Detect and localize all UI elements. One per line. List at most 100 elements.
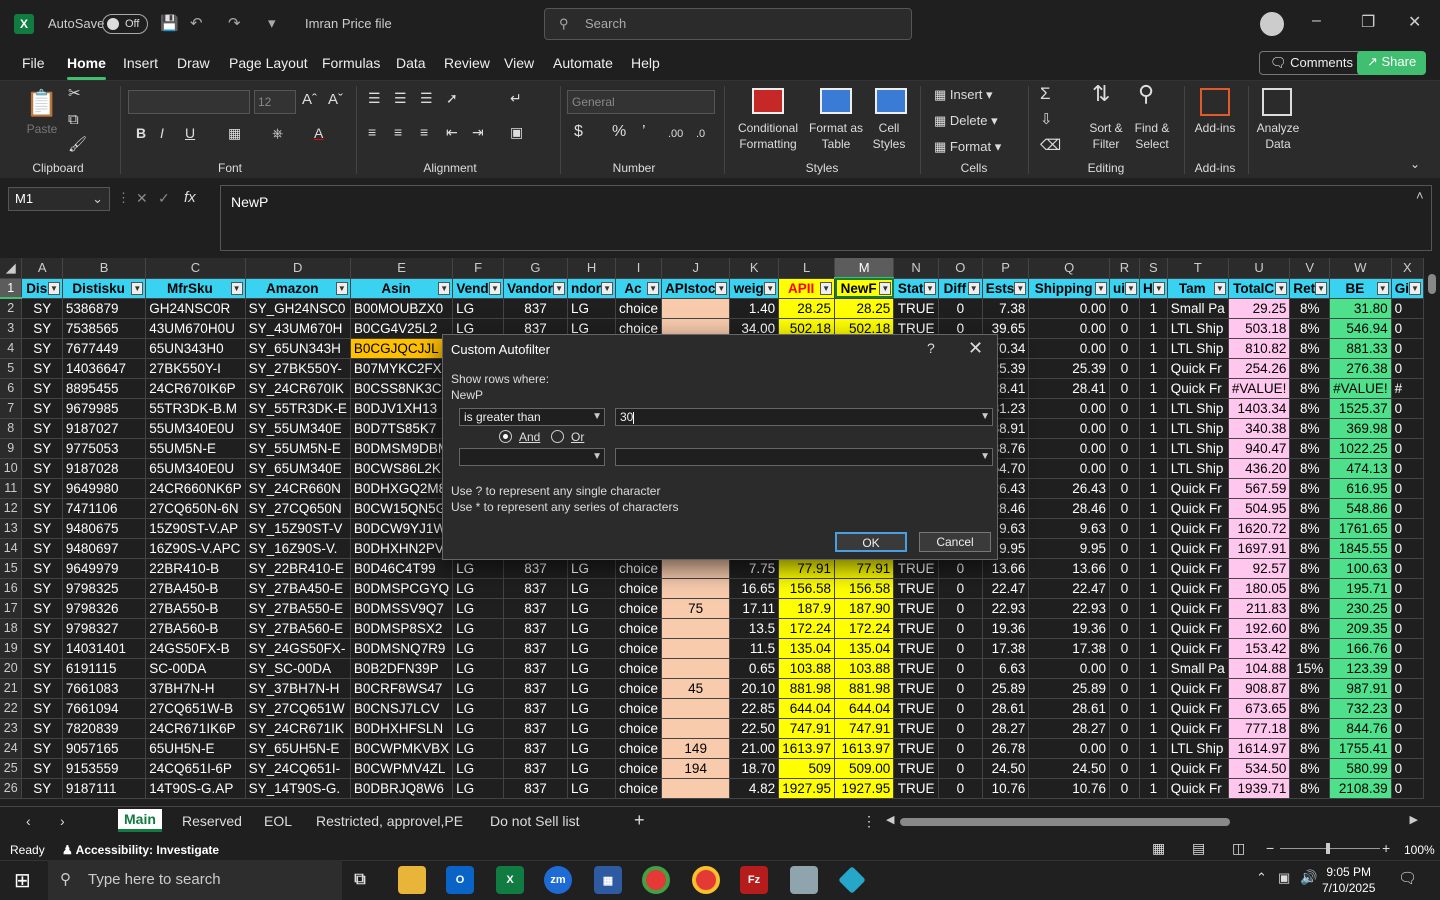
table-cell[interactable]: SY: [21, 578, 63, 599]
table-cell[interactable]: SY: [21, 738, 63, 759]
save-icon[interactable]: 💾: [160, 14, 179, 32]
column-filter-header[interactable]: Gi ▼: [1391, 278, 1424, 299]
table-cell[interactable]: 10.76: [982, 778, 1030, 799]
table-cell[interactable]: 0: [938, 618, 983, 639]
table-cell[interactable]: SY: [21, 558, 63, 579]
name-box[interactable]: M1 ⌄: [8, 187, 110, 211]
filter-dropdown-icon[interactable]: ▼: [1094, 281, 1107, 295]
table-cell[interactable]: 436.20: [1228, 458, 1291, 479]
table-cell[interactable]: 14031401: [62, 638, 147, 659]
table-cell[interactable]: B0DHXHFSLN: [350, 718, 454, 739]
table-cell[interactable]: 28.61: [982, 698, 1030, 719]
align-middle-icon[interactable]: ☰: [394, 90, 407, 106]
customize-toolbar-icon[interactable]: ▾: [268, 14, 276, 32]
table-cell[interactable]: 8%: [1289, 518, 1331, 539]
table-cell[interactable]: 135.04: [834, 638, 895, 659]
table-cell[interactable]: B0D46C4T99: [350, 558, 454, 579]
table-cell[interactable]: 29.25: [1228, 298, 1291, 319]
table-cell[interactable]: 156.58: [778, 578, 836, 599]
cell-styles-icon[interactable]: [875, 88, 907, 114]
table-cell[interactable]: 0: [1391, 458, 1424, 479]
table-cell[interactable]: Quick Fr: [1167, 498, 1229, 519]
table-cell[interactable]: 24.50: [982, 758, 1030, 779]
table-cell[interactable]: 27BA560-B: [145, 618, 246, 639]
table-cell[interactable]: 28.41: [1028, 378, 1110, 399]
table-cell[interactable]: SY: [21, 778, 63, 799]
table-cell[interactable]: TRUE: [893, 778, 939, 799]
table-cell[interactable]: [661, 298, 731, 319]
column-header[interactable]: B: [62, 258, 147, 279]
table-cell[interactable]: 2108.39: [1329, 778, 1392, 799]
table-cell[interactable]: LG: [567, 558, 617, 579]
filter-dropdown-icon[interactable]: ▼: [923, 281, 936, 295]
table-cell[interactable]: SY_65UH5N-E: [245, 738, 351, 759]
table-cell[interactable]: 8%: [1289, 298, 1331, 319]
table-cell[interactable]: SY_24CR660N: [245, 478, 351, 499]
table-cell[interactable]: SY: [21, 758, 63, 779]
table-cell[interactable]: SY_65UN343H: [245, 338, 351, 359]
table-cell[interactable]: 509: [778, 758, 836, 779]
table-cell[interactable]: 844.76: [1329, 718, 1392, 739]
table-cell[interactable]: choice: [615, 778, 663, 799]
column-header[interactable]: X: [1391, 258, 1424, 279]
table-cell[interactable]: 1: [1139, 358, 1168, 379]
table-cell[interactable]: TRUE: [893, 678, 939, 699]
table-cell[interactable]: 8%: [1289, 678, 1331, 699]
table-cell[interactable]: 195.71: [1329, 578, 1392, 599]
windows-start-icon[interactable]: ⊞: [14, 868, 31, 893]
redo-icon[interactable]: ↷: [228, 14, 241, 32]
table-cell[interactable]: SY: [21, 298, 63, 319]
table-cell[interactable]: 1: [1139, 418, 1168, 439]
sort-filter-icon[interactable]: ⇅: [1092, 83, 1110, 105]
row-header[interactable]: 15: [0, 558, 23, 579]
table-cell[interactable]: 25.89: [1028, 678, 1110, 699]
sheet-tab-eol[interactable]: EOL: [264, 813, 292, 829]
row-header[interactable]: 2: [0, 298, 23, 319]
row-header[interactable]: 20: [0, 658, 23, 679]
table-cell[interactable]: 0.00: [1028, 298, 1110, 319]
table-cell[interactable]: B0CG4V25L2: [350, 318, 454, 339]
table-cell[interactable]: LG: [452, 738, 504, 759]
table-cell[interactable]: 28.46: [1028, 498, 1110, 519]
table-cell[interactable]: 9798326: [62, 598, 147, 619]
zoom-out-icon[interactable]: −: [1266, 840, 1274, 856]
table-cell[interactable]: Quick Fr: [1167, 558, 1229, 579]
row-header[interactable]: 6: [0, 378, 23, 399]
table-cell[interactable]: TRUE: [893, 578, 939, 599]
table-cell[interactable]: 644.04: [834, 698, 895, 719]
menu-file[interactable]: File: [22, 55, 45, 71]
table-cell[interactable]: 0: [1109, 658, 1140, 679]
table-cell[interactable]: 22.50: [729, 718, 780, 739]
table-cell[interactable]: 0: [1109, 718, 1140, 739]
table-cell[interactable]: 0: [1391, 558, 1424, 579]
table-cell[interactable]: B00MOUBZX0: [350, 298, 454, 319]
font-size-select[interactable]: 12: [254, 90, 296, 114]
menu-formulas[interactable]: Formulas: [322, 55, 380, 71]
table-cell[interactable]: SY_55TR3DK-E: [245, 398, 351, 419]
table-cell[interactable]: 9649980: [62, 478, 147, 499]
table-cell[interactable]: TRUE: [893, 598, 939, 619]
table-cell[interactable]: 837: [503, 718, 569, 739]
conditional-formatting-icon[interactable]: [752, 88, 784, 114]
table-cell[interactable]: 21.00: [729, 738, 780, 759]
column-header[interactable]: C: [145, 258, 246, 279]
table-cell[interactable]: 732.23: [1329, 698, 1392, 719]
table-cell[interactable]: 211.83: [1228, 598, 1291, 619]
menu-data[interactable]: Data: [396, 55, 426, 71]
row-header[interactable]: 13: [0, 518, 23, 539]
horizontal-scrollbar[interactable]: ◀ ▶: [886, 814, 1418, 828]
table-cell[interactable]: 1: [1139, 678, 1168, 699]
table-cell[interactable]: SY: [21, 618, 63, 639]
table-cell[interactable]: 22BR410-B: [145, 558, 246, 579]
table-cell[interactable]: 9187027: [62, 418, 147, 439]
column-header[interactable]: H: [567, 258, 617, 279]
table-cell[interactable]: SY_27BK550Y-: [245, 358, 351, 379]
column-filter-header[interactable]: Tam ▼: [1167, 278, 1229, 299]
table-cell[interactable]: 0: [1391, 538, 1424, 559]
table-cell[interactable]: Quick Fr: [1167, 538, 1229, 559]
table-cell[interactable]: 0.00: [1028, 738, 1110, 759]
table-cell[interactable]: #VALUE!: [1228, 378, 1291, 399]
table-cell[interactable]: 28.27: [1028, 718, 1110, 739]
table-cell[interactable]: [661, 578, 731, 599]
table-cell[interactable]: SY: [21, 438, 63, 459]
